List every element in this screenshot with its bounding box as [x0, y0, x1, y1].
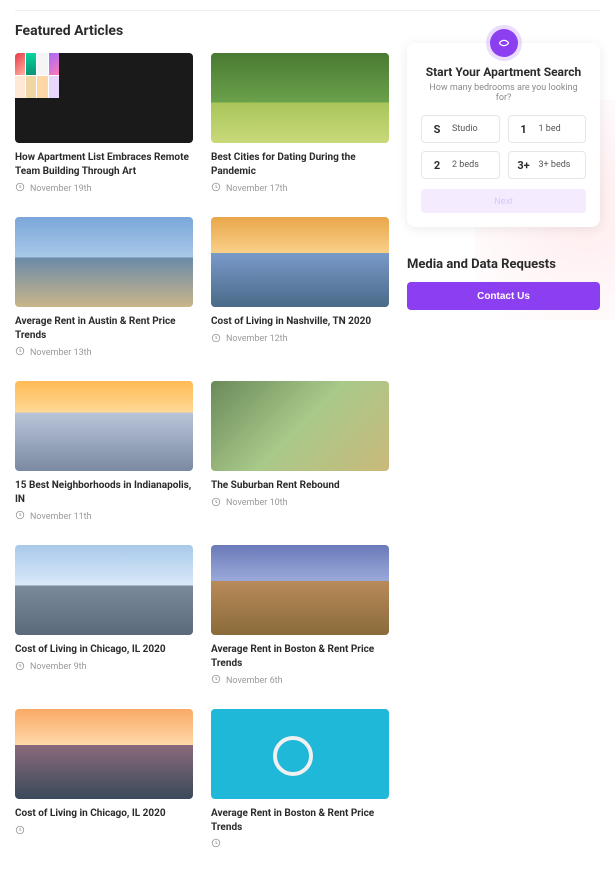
article-title: 15 Best Neighborhoods in Indianapolis, I…	[15, 479, 193, 506]
next-button[interactable]: Next	[421, 189, 586, 213]
article-meta: November 13th	[15, 346, 193, 359]
article-thumbnail	[211, 545, 389, 635]
article-meta: November 17th	[211, 182, 389, 195]
clock-icon	[211, 674, 221, 687]
article-card[interactable]: Cost of Living in Nashville, TN 2020 Nove…	[211, 217, 389, 359]
article-card[interactable]: Average Rent in Boston & Rent Price Tren…	[211, 709, 389, 851]
article-meta: November 19th	[15, 182, 193, 195]
article-date: November 19th	[30, 184, 92, 194]
search-subtitle: How many bedrooms are you looking for?	[421, 83, 586, 103]
search-title: Start Your Apartment Search	[421, 65, 586, 79]
article-card[interactable]: The Suburban Rent Rebound November 10th	[211, 381, 389, 523]
article-card[interactable]: Average Rent in Austin & Rent Price Tren…	[15, 217, 193, 359]
brand-badge-icon	[490, 29, 518, 57]
article-date: November 11th	[30, 512, 92, 522]
article-date: November 10th	[226, 498, 288, 508]
search-card: Start Your Apartment Search How many bed…	[407, 43, 600, 227]
clock-icon	[15, 825, 25, 838]
article-title: The Suburban Rent Rebound	[211, 479, 389, 493]
article-thumbnail	[15, 709, 193, 799]
article-thumbnail	[15, 217, 193, 307]
article-title: Cost of Living in Nashville, TN 2020	[211, 315, 389, 329]
bedroom-option[interactable]: 2 2 beds	[421, 151, 500, 179]
article-date: November 17th	[226, 184, 288, 194]
article-meta: November 10th	[211, 497, 389, 510]
article-thumbnail	[211, 381, 389, 471]
clock-icon	[15, 661, 25, 674]
bedroom-option[interactable]: 1 1 bed	[508, 115, 587, 143]
article-date: November 9th	[30, 662, 87, 672]
article-card[interactable]: Cost of Living in Chicago, IL 2020 Novemb…	[15, 545, 193, 687]
article-meta: November 9th	[15, 661, 193, 674]
option-label: 3+ beds	[539, 160, 571, 170]
option-key: 2	[430, 159, 444, 172]
bedroom-option[interactable]: 3+ 3+ beds	[508, 151, 587, 179]
article-thumbnail	[211, 709, 389, 799]
clock-icon	[15, 346, 25, 359]
bedroom-option[interactable]: S Studio	[421, 115, 500, 143]
article-meta	[211, 838, 389, 851]
article-title: Average Rent in Boston & Rent Price Tren…	[211, 807, 389, 834]
clock-icon	[211, 333, 221, 346]
article-date: November 12th	[226, 334, 288, 344]
clock-icon	[15, 510, 25, 523]
clock-icon	[15, 182, 25, 195]
article-card[interactable]: 15 Best Neighborhoods in Indianapolis, I…	[15, 381, 193, 523]
article-title: Cost of Living in Chicago, IL 2020	[15, 807, 193, 821]
option-key: 3+	[517, 159, 531, 172]
media-requests-title: Media and Data Requests	[407, 257, 600, 272]
article-title: Average Rent in Boston & Rent Price Tren…	[211, 643, 389, 670]
article-meta: November 6th	[211, 674, 389, 687]
article-card[interactable]: Average Rent in Boston & Rent Price Tren…	[211, 545, 389, 687]
bedroom-options: S Studio 1 1 bed 2 2 beds 3+ 3+ beds	[421, 115, 586, 179]
article-card[interactable]: Cost of Living in Chicago, IL 2020	[15, 709, 193, 851]
clock-icon	[211, 838, 221, 851]
article-title: Best Cities for Dating During the Pandem…	[211, 151, 389, 178]
articles-grid: How Apartment List Embraces Remote Team …	[15, 53, 389, 851]
contact-us-button[interactable]: Contact Us	[407, 282, 600, 310]
article-meta	[15, 825, 193, 838]
article-title: How Apartment List Embraces Remote Team …	[15, 151, 193, 178]
option-label: 2 beds	[452, 160, 479, 170]
option-label: 1 bed	[539, 124, 561, 134]
article-thumbnail	[15, 53, 193, 143]
article-date: November 6th	[226, 676, 283, 686]
clock-icon	[211, 497, 221, 510]
option-key: S	[430, 123, 444, 136]
article-meta: November 12th	[211, 333, 389, 346]
article-meta: November 11th	[15, 510, 193, 523]
article-thumbnail	[15, 381, 193, 471]
article-card[interactable]: How Apartment List Embraces Remote Team …	[15, 53, 193, 195]
option-key: 1	[517, 123, 531, 136]
article-thumbnail	[15, 545, 193, 635]
article-title: Cost of Living in Chicago, IL 2020	[15, 643, 193, 657]
clock-icon	[211, 182, 221, 195]
section-title: Featured Articles	[15, 23, 389, 39]
article-date: November 13th	[30, 348, 92, 358]
article-card[interactable]: Best Cities for Dating During the Pandem…	[211, 53, 389, 195]
article-thumbnail	[211, 217, 389, 307]
article-title: Average Rent in Austin & Rent Price Tren…	[15, 315, 193, 342]
article-thumbnail	[211, 53, 389, 143]
option-label: Studio	[452, 124, 478, 134]
